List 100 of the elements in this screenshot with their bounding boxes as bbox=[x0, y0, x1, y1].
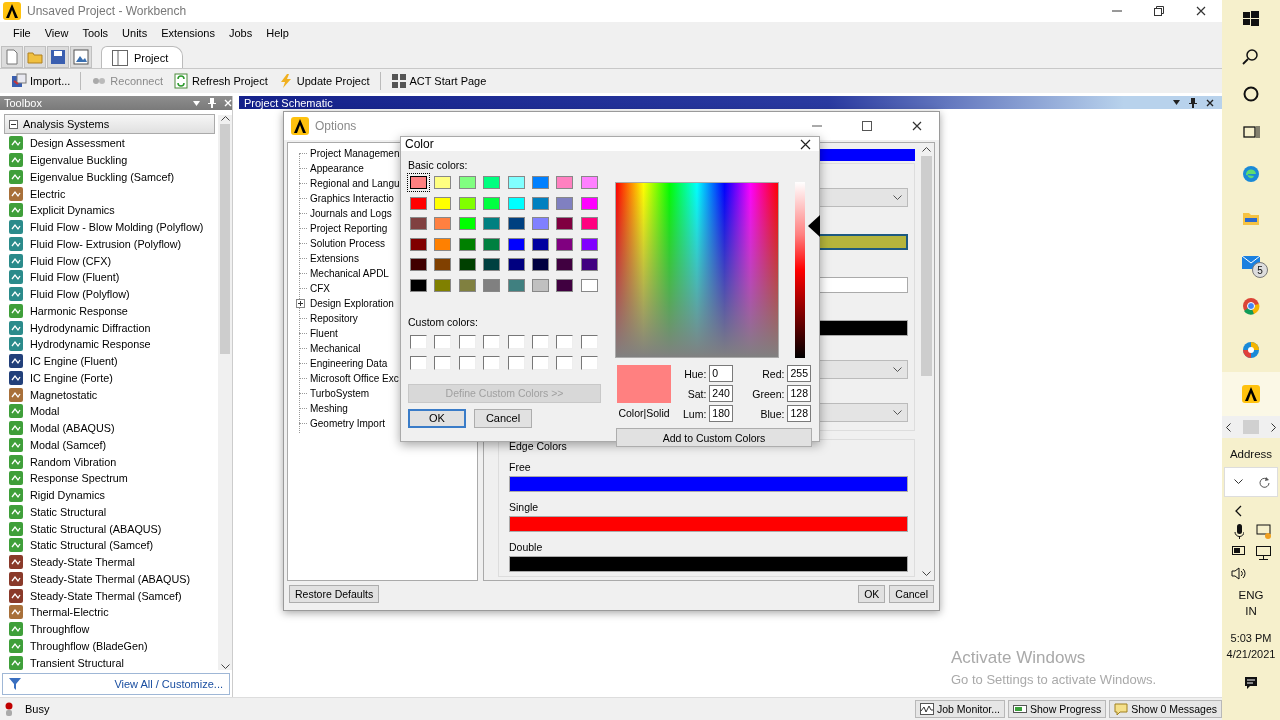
color-swatch[interactable] bbox=[483, 334, 501, 349]
color-swatch[interactable] bbox=[507, 334, 525, 349]
scroll-up-icon[interactable] bbox=[922, 146, 931, 152]
color-swatch[interactable] bbox=[483, 258, 501, 271]
region-indicator[interactable]: IN bbox=[1245, 603, 1257, 619]
scroll-down-icon[interactable] bbox=[220, 664, 230, 670]
color-swatch[interactable] bbox=[556, 334, 574, 349]
restore-icon[interactable] bbox=[1154, 6, 1164, 16]
input-field[interactable]: 128 bbox=[787, 405, 812, 422]
luminance-slider[interactable] bbox=[795, 182, 821, 358]
color-swatch[interactable] bbox=[458, 258, 476, 271]
color-swatch[interactable] bbox=[483, 217, 501, 230]
status-button[interactable]: Show Progress bbox=[1008, 700, 1107, 718]
status-button[interactable]: Job Monitor... bbox=[914, 700, 1005, 718]
refresh-icon[interactable] bbox=[1258, 476, 1270, 488]
toolbox-item[interactable]: Fluid Flow (Fluent) bbox=[9, 269, 218, 286]
spectrum-picker[interactable] bbox=[615, 182, 779, 358]
color-field[interactable] bbox=[509, 516, 908, 532]
tree-item[interactable]: Appearance bbox=[310, 163, 364, 174]
tree-item[interactable]: Journals and Logs bbox=[310, 208, 392, 219]
scroll-right-icon[interactable] bbox=[1271, 422, 1277, 432]
chevron-down-icon[interactable] bbox=[1233, 479, 1243, 485]
toolbar-button[interactable]: ACT Start Page bbox=[387, 71, 490, 91]
clock-time[interactable]: 5:03 PM bbox=[1230, 630, 1272, 646]
tree-item[interactable]: Extensions bbox=[310, 253, 359, 264]
input-field[interactable]: 0 bbox=[709, 365, 734, 382]
close-icon[interactable] bbox=[912, 121, 922, 131]
toolbox-item[interactable]: Steady-State Thermal (ABAQUS) bbox=[9, 570, 218, 588]
color-swatch[interactable] bbox=[507, 237, 525, 251]
color-field[interactable] bbox=[509, 556, 908, 572]
color-swatch[interactable] bbox=[483, 196, 501, 210]
input-field[interactable]: 255 bbox=[787, 365, 812, 382]
color-swatch[interactable] bbox=[434, 237, 452, 251]
color-swatch[interactable] bbox=[556, 176, 574, 189]
color-swatch[interactable] bbox=[580, 334, 598, 349]
tree-item[interactable]: Regional and Langu bbox=[310, 178, 400, 189]
task-view-icon[interactable] bbox=[1242, 123, 1260, 141]
close-icon[interactable] bbox=[1196, 6, 1206, 16]
color-swatch[interactable] bbox=[458, 196, 476, 210]
browser-icon[interactable] bbox=[1242, 165, 1260, 183]
menu-item[interactable]: Units bbox=[115, 27, 155, 39]
search-icon[interactable] bbox=[1242, 47, 1260, 66]
toolbox-item[interactable]: Fluid Flow (Polyflow) bbox=[9, 285, 218, 303]
toolbox-item[interactable]: Throughflow bbox=[9, 620, 218, 638]
tree-item[interactable]: Engineering Data bbox=[310, 358, 388, 369]
color-swatch[interactable] bbox=[458, 176, 476, 189]
language-indicator[interactable]: ENG bbox=[1238, 587, 1264, 603]
color-swatch[interactable] bbox=[580, 278, 598, 292]
scroll-down-icon[interactable] bbox=[922, 571, 931, 577]
microphone-icon[interactable] bbox=[1233, 524, 1244, 539]
tree-item[interactable]: Solution Process bbox=[310, 238, 386, 249]
tree-item[interactable]: Design Exploration bbox=[310, 298, 394, 309]
color-swatch[interactable] bbox=[580, 217, 598, 230]
notification-icon[interactable] bbox=[1244, 676, 1258, 690]
toolbox-item[interactable]: Modal bbox=[9, 403, 218, 420]
toolbox-item[interactable]: Static Structural bbox=[9, 503, 218, 521]
color-swatch[interactable] bbox=[434, 258, 452, 271]
close-icon[interactable] bbox=[1206, 98, 1214, 107]
color-swatch[interactable] bbox=[580, 237, 598, 251]
tree-item[interactable]: Microsoft Office Exc bbox=[310, 373, 399, 384]
tree-item[interactable]: CFX bbox=[310, 283, 330, 294]
toolbox-item[interactable]: Static Structural (ABAQUS) bbox=[9, 520, 218, 537]
cancel-button[interactable]: Cancel bbox=[474, 408, 532, 428]
add-custom-color-button[interactable]: Add to Custom Colors bbox=[616, 428, 812, 447]
image-button[interactable] bbox=[70, 46, 92, 68]
color-swatch[interactable] bbox=[410, 355, 427, 370]
color-swatch[interactable] bbox=[458, 355, 476, 370]
browser-icon[interactable] bbox=[1242, 341, 1260, 359]
color-swatch[interactable] bbox=[434, 334, 452, 349]
logo-icon[interactable] bbox=[1242, 385, 1260, 403]
scroll-up-icon[interactable] bbox=[220, 115, 230, 121]
menu-item[interactable]: Jobs bbox=[221, 27, 260, 39]
menu-item[interactable]: Tools bbox=[75, 27, 116, 39]
scroll-left-icon[interactable] bbox=[1225, 422, 1231, 432]
toolbox-item[interactable]: Electric bbox=[9, 185, 218, 202]
toolbox-item[interactable]: Explicit Dynamics bbox=[9, 202, 218, 219]
toolbar-button[interactable]: Update Project bbox=[274, 71, 373, 91]
toolbox-item[interactable]: Magnetostatic bbox=[9, 386, 218, 403]
toolbar-button[interactable]: Refresh Project bbox=[169, 71, 271, 91]
chrome-icon[interactable] bbox=[1242, 297, 1260, 315]
speaker-icon[interactable] bbox=[1231, 567, 1246, 580]
cancel-button[interactable]: Cancel bbox=[889, 585, 934, 603]
tree-item[interactable]: Project Managemen bbox=[310, 148, 400, 159]
color-swatch[interactable] bbox=[531, 278, 549, 292]
toolbox-item[interactable]: Rigid Dynamics bbox=[9, 486, 218, 504]
color-swatch[interactable] bbox=[410, 217, 427, 230]
chevron-left-icon[interactable] bbox=[1235, 505, 1242, 517]
color-swatch[interactable] bbox=[556, 355, 574, 370]
color-swatch[interactable] bbox=[507, 217, 525, 230]
toolbox-item[interactable]: IC Engine (Fluent) bbox=[9, 352, 218, 370]
color-swatch[interactable] bbox=[483, 355, 501, 370]
tree-item[interactable]: TurboSystem bbox=[310, 388, 370, 399]
status-button[interactable]: Show 0 Messages bbox=[1109, 700, 1222, 718]
color-swatch[interactable] bbox=[434, 196, 452, 210]
toolbox-item[interactable]: Fluid Flow (CFX) bbox=[9, 252, 218, 269]
toolbox-item[interactable]: Thermal-Electric bbox=[9, 604, 218, 621]
color-swatch[interactable] bbox=[531, 258, 549, 271]
expand-icon[interactable] bbox=[296, 299, 305, 308]
color-swatch[interactable] bbox=[483, 237, 501, 251]
toolbar-button[interactable]: Import... bbox=[8, 71, 74, 91]
